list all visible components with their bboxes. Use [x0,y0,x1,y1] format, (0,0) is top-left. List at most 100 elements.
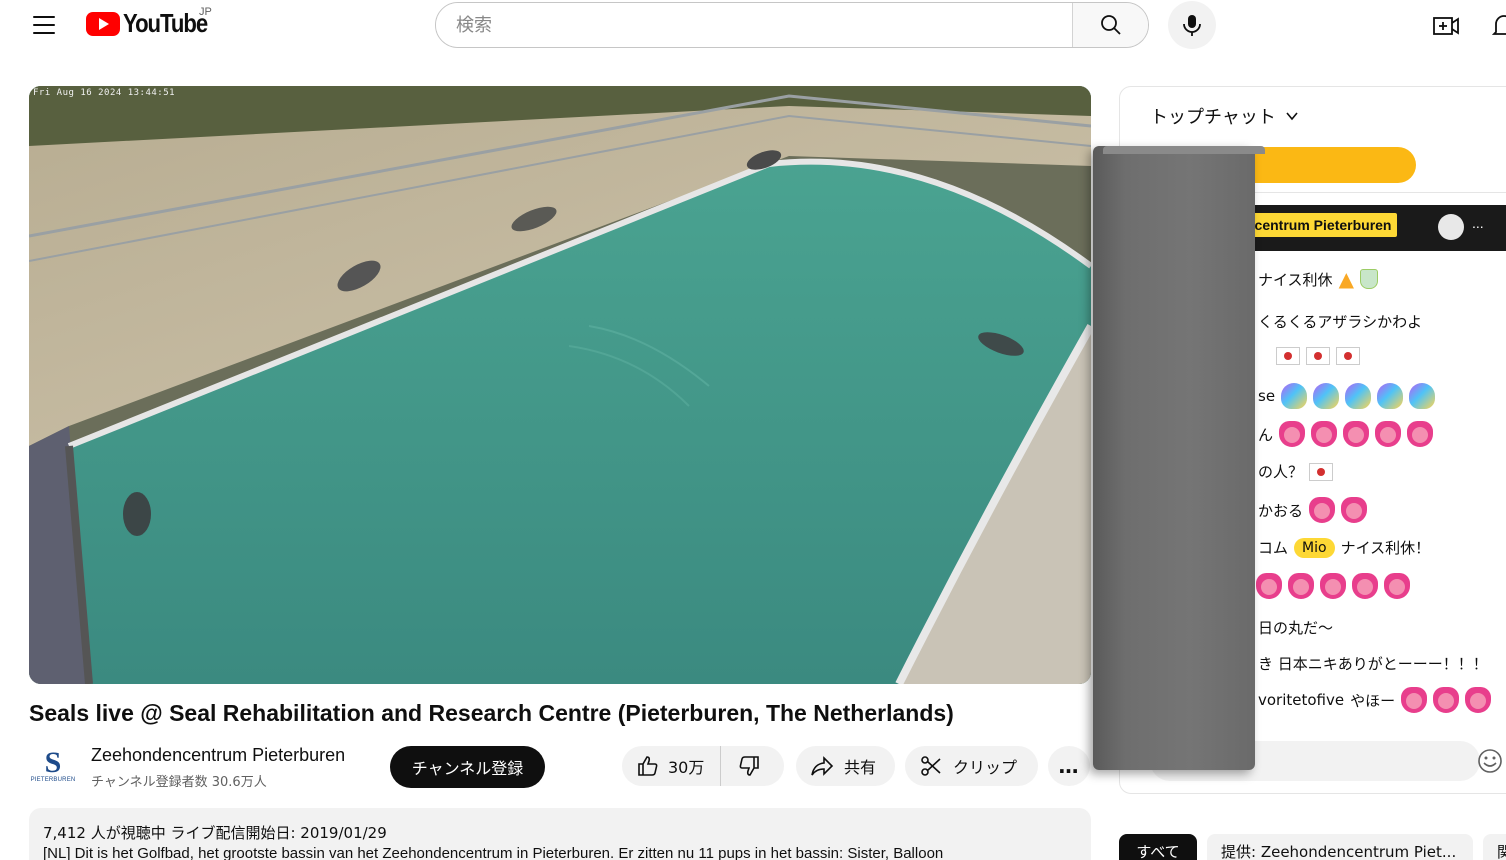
chip-all[interactable]: すべて [1119,834,1197,860]
bird-emoji [1281,383,1308,409]
chat-message-text: の人？ [1258,463,1304,481]
pinned-more-icon[interactable]: ... [1472,215,1484,231]
chat-message: se [1258,383,1436,409]
chat-message-author: voritetofive [1258,691,1345,709]
subscriber-count: チャンネル登録者数 30.6万人 [91,775,267,790]
search-button[interactable] [1072,3,1148,47]
chat-message [1250,573,1410,599]
chat-message-text: ナイス利休！ [1340,539,1431,557]
hand-emoji [1309,497,1336,523]
description-text: [NL] Dit is het Golfbad, het grootste ba… [43,845,944,860]
share-label: 共有 [844,758,877,777]
member-badge: Mio [1294,537,1335,558]
voice-search-button[interactable] [1168,1,1216,49]
chat-message-author: se [1258,387,1276,405]
youtube-play-icon [86,11,120,36]
share-button[interactable]: 共有 [796,746,895,786]
chip-provider[interactable]: 提供: Zeehondencentrum Piet... [1207,834,1473,860]
chat-message-text: くるくるアザラシかわよ [1258,313,1423,331]
notifications-button[interactable] [1486,8,1506,44]
chip-related[interactable]: 関 [1483,834,1506,860]
hand-emoji [1341,497,1368,523]
like-button[interactable]: 30万 [622,746,722,786]
chevron-down-icon [1286,112,1298,121]
hand-emoji [1407,421,1434,447]
bird-emoji [1345,383,1372,409]
bird-emoji [1409,383,1436,409]
thumbs-up-icon [638,756,658,776]
hand-emoji [1375,421,1402,447]
chat-message: くるくるアザラシかわよ [1258,311,1422,332]
avatar-letter: S [44,746,62,779]
chat-message: ナイス利休 ▲ [1258,267,1378,291]
chat-message: き 日本ニキありがとーーー！！！ [1258,653,1488,674]
chat-message-author: コム [1258,539,1289,557]
avatar-caption: PIETERBUREN [30,777,76,783]
member-badge-label: Mio [1302,539,1327,556]
hand-emoji [1279,421,1306,447]
bird-emoji [1313,383,1340,409]
japan-flag-emoji [1309,462,1334,481]
more-actions-button[interactable]: … [1048,746,1090,786]
like-count: 30万 [668,758,705,777]
owner-row: S PIETERBUREN Zeehondencentrum Pieterbur… [29,742,1091,790]
tea-emoji [1359,269,1378,289]
chat-message-text: 日の丸だ〜 [1258,619,1334,637]
search-input[interactable] [436,3,1072,47]
video-frame [29,86,1091,684]
occluding-gray-block [1093,146,1265,770]
clip-button[interactable]: クリップ [905,746,1038,786]
pinned-author-badge: ncentrum Pieterburen [1240,213,1398,237]
chat-message: コム Mio ナイス利休！ [1258,537,1430,558]
chat-message-text: ナイス利休 [1258,270,1333,289]
chat-message-text: き 日本ニキありがとーーー！！！ [1258,655,1488,673]
emoji-picker-icon[interactable] [1476,747,1504,775]
hand-emoji [1384,573,1410,599]
hand-emoji [1465,687,1492,713]
channel-name[interactable]: Zeehondencentrum Pieterburen [91,745,345,766]
channel-avatar[interactable]: S PIETERBUREN [29,742,77,790]
camera-timestamp: Fri Aug 16 2024 13:44:51 [33,88,176,98]
japan-flag-emoji [1276,347,1300,365]
logo-text: YouTube [123,8,208,38]
create-button[interactable] [1428,8,1464,44]
bird-emoji [1377,383,1404,409]
description-box[interactable]: 7,412 人が視聴中 ライブ配信開始日: 2019/01/29 [NL] Di… [29,808,1091,860]
search-box [435,2,1149,48]
hand-emoji [1343,421,1370,447]
microphone-icon [1183,15,1201,36]
subscribe-button[interactable]: チャンネル登録 [390,746,545,788]
hand-emoji [1311,421,1338,447]
chat-message-text: やほー [1350,691,1396,710]
chat-message: 日の丸だ〜 [1258,617,1333,638]
chat-message [1270,347,1360,365]
japan-flag-emoji [1336,347,1360,365]
region-code: JP [199,6,212,18]
video-create-icon [1433,17,1459,35]
thumbs-down-icon [739,756,760,776]
hand-emoji [1288,573,1314,599]
chat-mode-label: トップチャット [1150,107,1276,128]
japan-flag-emoji [1306,347,1330,365]
chat-message: かおる [1258,497,1368,523]
chat-message: ん [1258,421,1434,447]
view-count-and-date: 7,412 人が視聴中 ライブ配信開始日: 2019/01/29 [43,824,387,842]
video-player[interactable]: Fri Aug 16 2024 13:44:51 [29,86,1091,684]
seal-emoji-icon [1438,214,1464,240]
scissors-icon [921,756,941,776]
bell-icon [1492,15,1506,35]
hand-emoji [1433,687,1460,713]
hand-emoji [1352,573,1378,599]
chat-mode-selector[interactable]: トップチャット [1120,87,1506,145]
chat-message-author: かおる [1258,501,1304,520]
search-icon [1100,15,1121,35]
chat-message-author: ん [1258,425,1274,444]
menu-icon[interactable] [24,8,64,42]
like-dislike-group: 30万 [622,746,784,786]
video-title: Seals live @ Seal Rehabilitation and Res… [29,700,954,726]
dislike-button[interactable] [721,746,777,786]
chat-message: の人？ [1258,461,1334,482]
hand-emoji [1401,687,1428,713]
chat-message: voritetofive やほー [1258,687,1492,713]
clip-label: クリップ [953,758,1018,777]
